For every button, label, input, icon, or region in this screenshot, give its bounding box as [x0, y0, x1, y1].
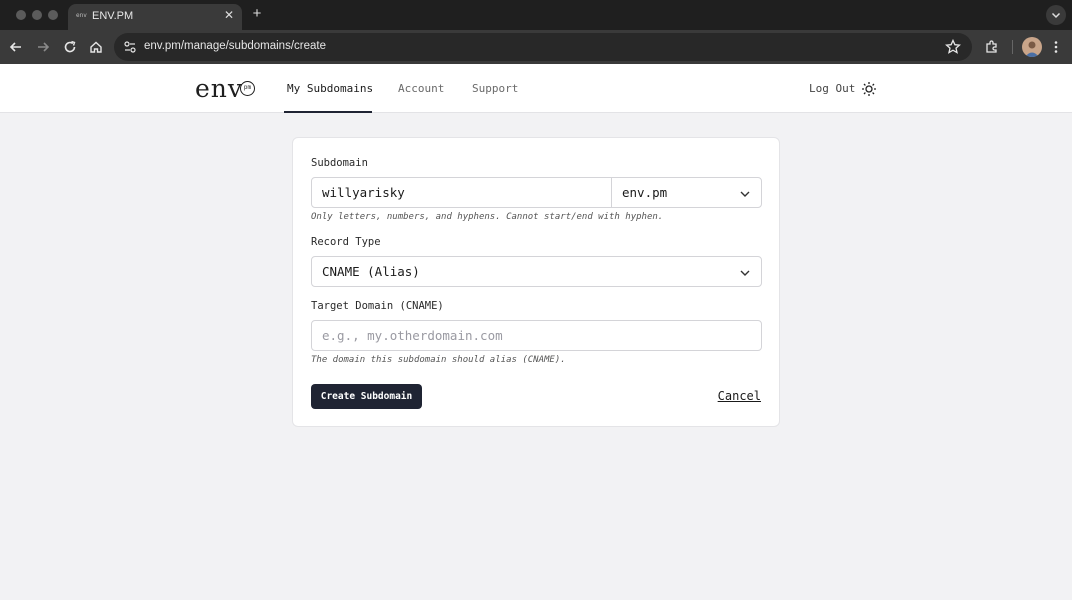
theme-toggle-sun-icon[interactable] — [861, 81, 877, 97]
tab-close-icon[interactable]: ✕ — [222, 8, 236, 22]
logout-link[interactable]: Log Out — [809, 82, 855, 95]
profile-avatar[interactable] — [1022, 37, 1042, 57]
window-zoom-dot[interactable] — [48, 10, 58, 20]
logo-badge: pm — [240, 81, 255, 96]
nav-support[interactable]: Support — [472, 82, 518, 95]
target-domain-placeholder: e.g., my.otherdomain.com — [322, 328, 503, 343]
chevron-down-icon — [739, 267, 751, 279]
browser-tab[interactable]: env ENV.PM ✕ — [68, 4, 242, 30]
target-domain-label: Target Domain (CNAME) — [311, 300, 444, 312]
tab-title: ENV.PM — [92, 10, 134, 22]
active-nav-indicator — [284, 111, 372, 113]
target-domain-hint: The domain this subdomain should alias (… — [311, 355, 566, 365]
record-type-label: Record Type — [311, 236, 381, 248]
cancel-link[interactable]: Cancel — [718, 389, 761, 403]
domain-select[interactable]: env.pm — [611, 177, 762, 208]
extensions-icon[interactable] — [982, 37, 1002, 57]
browser-menu-icon[interactable] — [1046, 37, 1066, 57]
record-type-value: CNAME (Alias) — [322, 264, 420, 279]
create-subdomain-button[interactable]: Create Subdomain — [311, 384, 422, 409]
subdomain-input-value: willyarisky — [322, 185, 405, 200]
chevron-down-icon — [1051, 12, 1061, 19]
window-minimize-dot[interactable] — [32, 10, 42, 20]
bookmark-star-icon[interactable] — [944, 38, 962, 56]
subdomain-input[interactable]: willyarisky — [311, 177, 612, 208]
new-tab-icon[interactable]: + — [249, 6, 265, 22]
address-bar[interactable]: env.pm/manage/subdomains/create — [114, 33, 972, 61]
nav-account[interactable]: Account — [398, 82, 444, 95]
window-close-dot[interactable] — [16, 10, 26, 20]
app-header: env pm My Subdomains Account Support Log… — [0, 64, 1072, 113]
browser-tab-bar: env ENV.PM ✕ + — [0, 0, 1072, 30]
domain-select-value: env.pm — [622, 185, 668, 200]
logo[interactable]: env — [195, 74, 243, 103]
reload-icon[interactable] — [60, 37, 80, 57]
record-type-select[interactable]: CNAME (Alias) — [311, 256, 762, 287]
forward-icon[interactable] — [33, 37, 53, 57]
url-text: env.pm/manage/subdomains/create — [144, 40, 326, 52]
toolbar-divider — [1012, 40, 1013, 54]
chevron-down-icon — [739, 188, 751, 200]
tab-favicon: env — [76, 12, 87, 19]
nav-my-subdomains[interactable]: My Subdomains — [287, 82, 373, 95]
subdomain-label: Subdomain — [311, 157, 368, 169]
back-icon[interactable] — [6, 37, 26, 57]
subdomain-hint: Only letters, numbers, and hyphens. Cann… — [311, 212, 664, 222]
site-settings-icon[interactable] — [122, 39, 138, 55]
home-icon[interactable] — [86, 37, 106, 57]
create-subdomain-card: Subdomain willyarisky env.pm Only letter… — [292, 137, 780, 427]
browser-toolbar: env.pm/manage/subdomains/create — [0, 30, 1072, 64]
target-domain-input[interactable]: e.g., my.otherdomain.com — [311, 320, 762, 351]
tab-search-button[interactable] — [1046, 5, 1066, 25]
